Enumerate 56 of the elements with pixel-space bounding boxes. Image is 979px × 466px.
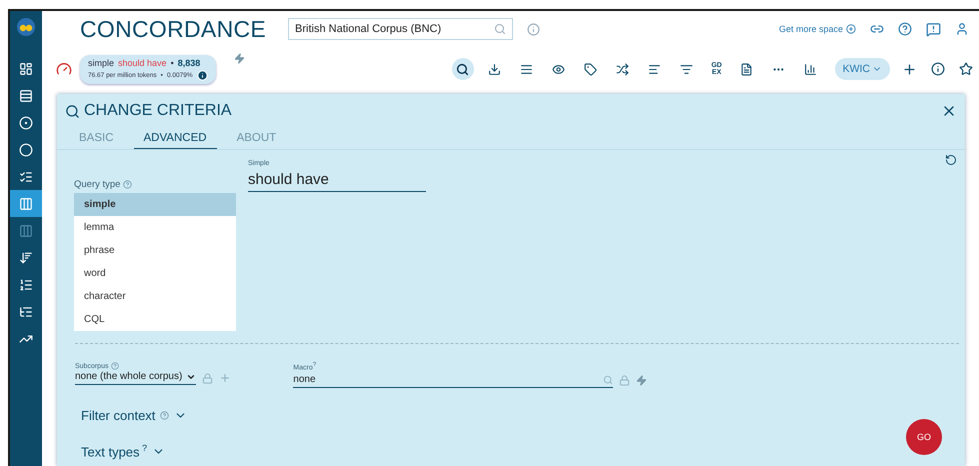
dashboard-icon bbox=[19, 62, 33, 76]
document-icon bbox=[740, 62, 754, 76]
feedback-icon[interactable] bbox=[926, 22, 941, 36]
tab[interactable]: ADVANCED bbox=[134, 132, 217, 149]
query-input[interactable]: should have bbox=[248, 167, 426, 192]
target-icon bbox=[19, 116, 33, 130]
query-type-label: Query type bbox=[74, 179, 120, 190]
help-icon[interactable] bbox=[160, 411, 170, 420]
info-icon[interactable] bbox=[931, 62, 945, 76]
logo-icon bbox=[16, 17, 36, 37]
corpus-field[interactable]: British National Corpus (BNC) bbox=[288, 18, 514, 40]
gauge-icon bbox=[56, 61, 72, 77]
add-icon[interactable] bbox=[902, 62, 917, 76]
section-toggle[interactable]: Filter context bbox=[81, 408, 156, 424]
view-dropdown[interactable]: KWIC bbox=[834, 58, 890, 80]
macro-input[interactable]: none bbox=[293, 372, 614, 388]
page-title: CONCORDANCE bbox=[80, 16, 266, 42]
reset-button[interactable] bbox=[945, 154, 957, 166]
star-icon[interactable] bbox=[959, 62, 973, 76]
help-icon[interactable] bbox=[898, 22, 912, 36]
panel-title: CHANGE CRITERIA bbox=[84, 102, 232, 120]
align-left-icon bbox=[648, 62, 662, 76]
shuffle-icon bbox=[616, 62, 630, 76]
help-icon[interactable] bbox=[111, 362, 120, 370]
search-icon bbox=[456, 62, 470, 76]
tree-list-icon bbox=[19, 304, 33, 318]
get-more-space-text: Get more space bbox=[778, 24, 843, 34]
download-icon bbox=[488, 62, 502, 76]
query-text: should have bbox=[118, 58, 167, 68]
search-icon bbox=[65, 104, 80, 118]
search-icon bbox=[494, 23, 506, 35]
section-toggle[interactable]: Text types $^{?}$ bbox=[81, 443, 148, 460]
plus-icon bbox=[846, 24, 856, 34]
tag-icon bbox=[584, 62, 598, 76]
toolbar-button[interactable] bbox=[452, 58, 474, 80]
go-button[interactable]: GO bbox=[906, 419, 942, 455]
user-icon[interactable] bbox=[955, 22, 969, 36]
subcorpus-select[interactable]: none (the whole corpus) bbox=[75, 371, 196, 385]
circle-icon bbox=[19, 142, 33, 156]
columns-icon bbox=[19, 196, 33, 210]
lines-icon bbox=[520, 62, 534, 76]
rows-icon bbox=[19, 88, 33, 102]
query-type-text: simple bbox=[88, 58, 114, 68]
numbered-list-icon bbox=[19, 278, 33, 292]
columns-icon bbox=[19, 224, 33, 238]
query-type-option[interactable]: simple bbox=[74, 193, 236, 216]
lightning-icon bbox=[234, 53, 245, 64]
checklist-icon bbox=[19, 170, 33, 184]
eye-icon bbox=[552, 62, 566, 76]
hits-count: 8,838 bbox=[178, 58, 200, 68]
sort-icon bbox=[19, 250, 33, 264]
help-icon[interactable] bbox=[123, 180, 132, 189]
filter-icon bbox=[680, 62, 694, 76]
search-icon bbox=[603, 374, 614, 385]
bar-chart-icon bbox=[804, 62, 818, 76]
separator-dot: • bbox=[170, 58, 174, 68]
